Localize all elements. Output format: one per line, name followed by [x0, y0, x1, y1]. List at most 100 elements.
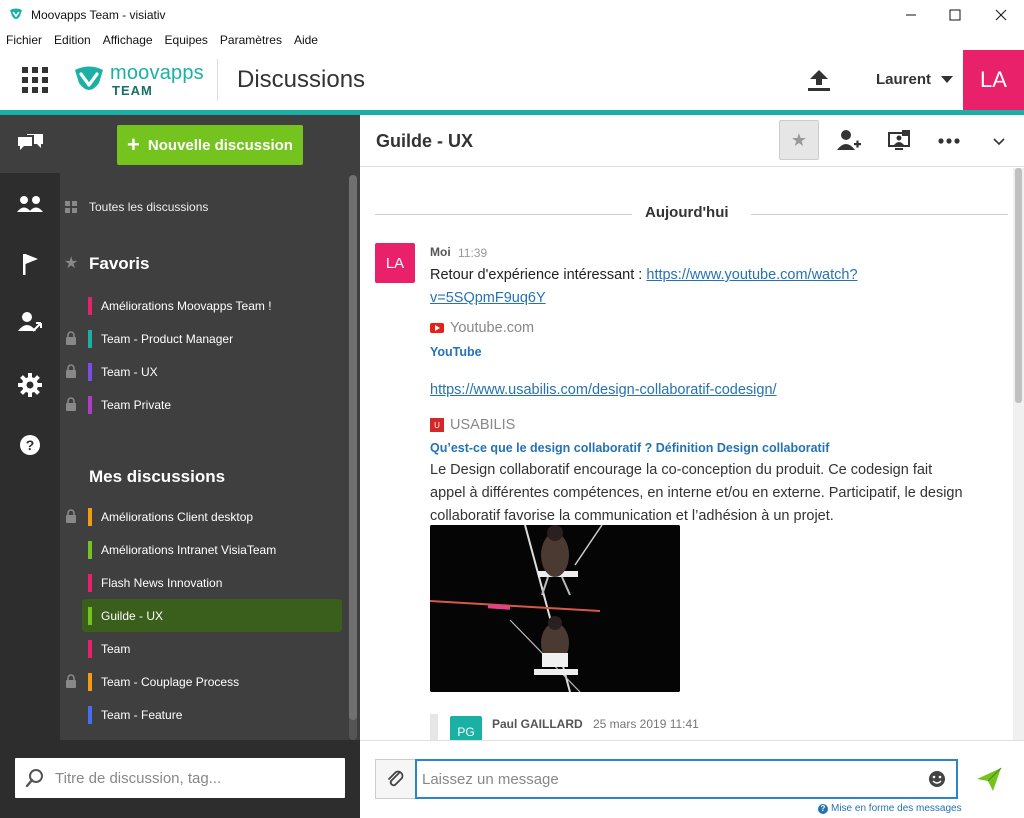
screen-share-icon — [888, 130, 910, 150]
sidebar-footer — [0, 740, 360, 818]
close-icon — [995, 9, 1007, 21]
help-icon: ? — [20, 435, 40, 455]
link-preview-source: U USABILIS — [430, 417, 515, 433]
emoji-icon[interactable] — [928, 770, 946, 788]
user-menu-caret-icon[interactable] — [941, 76, 953, 83]
lock-icon — [66, 331, 76, 345]
discussion-search[interactable] — [15, 758, 345, 798]
favorite-item[interactable]: Améliorations Moovapps Team ! — [82, 289, 342, 322]
maximize-icon — [949, 9, 961, 21]
app-grid-icon[interactable] — [22, 67, 48, 93]
message-input[interactable] — [422, 770, 912, 788]
menu-edition[interactable]: Edition — [48, 33, 97, 47]
sidebar-scrollbar-thumb[interactable] — [349, 175, 357, 720]
rail-help[interactable]: ? — [0, 416, 60, 474]
maximize-button[interactable] — [932, 0, 978, 30]
color-bar — [88, 639, 92, 658]
svg-text:?: ? — [26, 437, 35, 453]
format-help-label: Mise en forme des messages — [831, 803, 962, 814]
format-help-link[interactable]: ? Mise en forme des messages — [818, 803, 962, 814]
link-preview-title[interactable]: YouTube — [430, 345, 482, 359]
attach-button[interactable] — [375, 759, 415, 799]
rowing-photo-illustration — [430, 525, 680, 692]
gear-icon — [18, 373, 42, 397]
all-discussions-link[interactable]: Toutes les discussions — [65, 200, 208, 214]
moovapps-logo: moovapps TEAM — [72, 61, 204, 101]
quoted-author: Paul GAILLARD — [492, 717, 583, 731]
preview-source-label: USABILIS — [450, 417, 516, 433]
conversation-title: Guilde - UX — [376, 131, 474, 151]
discussion-item-selected[interactable]: Guilde - UX — [82, 599, 342, 632]
new-discussion-button[interactable]: + Nouvelle discussion — [117, 125, 303, 165]
color-bar — [88, 573, 92, 592]
user-avatar[interactable]: LA — [963, 50, 1024, 110]
message-author: Moi — [430, 245, 451, 259]
more-dots-icon — [938, 138, 960, 144]
more-options-button[interactable] — [935, 127, 963, 155]
add-member-button[interactable] — [835, 127, 863, 155]
star-icon: ★ — [64, 255, 79, 272]
window-titlebar: Moovapps Team - visiativ — [0, 0, 1024, 30]
message-avatar[interactable]: LA — [375, 243, 415, 283]
conversation-scrollbar[interactable] — [1013, 168, 1024, 740]
collapse-header-button[interactable] — [985, 127, 1013, 155]
minimize-button[interactable] — [888, 0, 934, 30]
favorite-item[interactable]: Team - Product Manager — [82, 322, 342, 355]
menu-parametres[interactable]: Paramètres — [214, 33, 288, 47]
app-header: moovapps TEAM Discussions Laurent LA — [0, 50, 1024, 110]
discussion-label: Team Private — [101, 397, 172, 412]
user-menu-name[interactable]: Laurent — [876, 71, 931, 88]
discussion-item[interactable]: Améliorations Client desktop — [82, 500, 342, 533]
color-bar — [88, 507, 92, 526]
color-bar — [88, 606, 92, 625]
menu-equipes[interactable]: Equipes — [159, 33, 214, 47]
message-input-box[interactable] — [415, 759, 958, 799]
favorite-item[interactable]: Team - UX — [82, 355, 342, 388]
rail-discussions[interactable] — [0, 115, 60, 173]
rail-user-share[interactable] — [0, 295, 60, 353]
rail-settings[interactable] — [0, 356, 60, 414]
quoted-time: 25 mars 2019 11:41 — [593, 717, 699, 731]
discussion-sidebar: + Nouvelle discussion Toutes les discuss… — [60, 115, 360, 740]
rail-people[interactable] — [0, 177, 60, 235]
link-preview-image[interactable] — [430, 525, 680, 692]
upload-icon[interactable] — [806, 67, 832, 93]
nav-rail: ? — [0, 115, 60, 740]
link-preview-source: Youtube.com — [430, 320, 534, 336]
menu-affichage[interactable]: Affichage — [97, 33, 159, 47]
link-preview-title[interactable]: Qu’est-ce que le design collaboratif ? D… — [430, 441, 829, 455]
chevron-down-icon — [993, 138, 1005, 146]
rail-flag[interactable] — [0, 235, 60, 293]
screen-share-button[interactable] — [885, 127, 913, 155]
discussion-label: Team - UX — [101, 364, 158, 379]
grid-small-icon — [65, 201, 77, 213]
favorite-toggle-button[interactable]: ★ — [779, 120, 819, 160]
lock-icon — [66, 509, 76, 523]
color-bar — [88, 540, 92, 559]
my-discussions-title: Mes discussions — [89, 467, 226, 486]
usabilis-link[interactable]: https://www.usabilis.com/design-collabor… — [430, 382, 777, 398]
quoted-avatar[interactable]: PG — [450, 716, 482, 740]
discussion-search-input[interactable] — [55, 769, 325, 787]
discussion-item[interactable]: Team - Couplage Process — [82, 665, 342, 698]
menu-bar: Fichier Edition Affichage Equipes Paramè… — [0, 30, 1024, 50]
lock-icon — [66, 364, 76, 378]
discussion-item[interactable]: Team - Feature — [82, 698, 342, 731]
menu-aide[interactable]: Aide — [288, 33, 324, 47]
conversation-scrollbar-thumb[interactable] — [1015, 168, 1022, 403]
favorite-item[interactable]: Team Private — [82, 388, 342, 421]
add-user-icon — [837, 130, 861, 150]
help-small-icon: ? — [818, 803, 828, 814]
paperclip-icon — [387, 770, 403, 787]
discussion-item[interactable]: Améliorations Intranet VisiaTeam — [82, 533, 342, 566]
separator-line — [375, 214, 632, 215]
send-icon[interactable] — [975, 765, 1003, 793]
menu-fichier[interactable]: Fichier — [0, 33, 48, 47]
moovapps-logo-icon — [75, 66, 103, 90]
discussion-item[interactable]: Team — [82, 632, 342, 665]
color-bar — [88, 395, 92, 414]
day-separator-label: Aujourd'hui — [645, 204, 729, 221]
close-window-button[interactable] — [978, 0, 1024, 30]
message-composer: ? Mise en forme des messages — [360, 740, 1024, 818]
discussion-item[interactable]: Flash News Innovation — [82, 566, 342, 599]
